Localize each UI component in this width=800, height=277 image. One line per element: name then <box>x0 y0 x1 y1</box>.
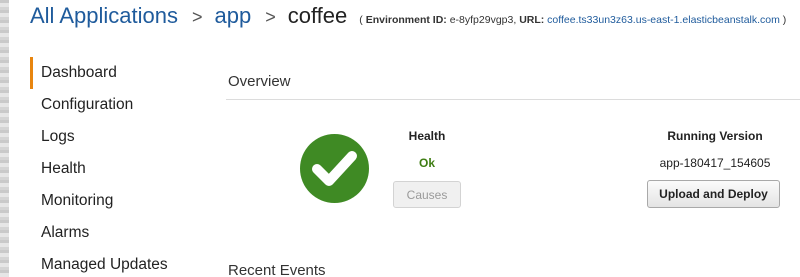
env-close-paren: ) <box>779 14 787 26</box>
sidebar-item-health[interactable]: Health <box>30 153 200 185</box>
causes-button[interactable]: Causes <box>393 181 461 208</box>
upload-and-deploy-button[interactable]: Upload and Deploy <box>647 180 780 208</box>
running-version-label: Running Version <box>667 129 763 143</box>
breadcrumb-separator: > <box>191 7 203 27</box>
env-id-value: e-8yfp29vgp3, <box>446 14 520 26</box>
environment-info: ( Environment ID: e-8yfp29vgp3, URL: cof… <box>359 14 786 26</box>
checkmark-circle-icon <box>300 134 369 203</box>
sidebar-item-alarms[interactable]: Alarms <box>30 217 200 249</box>
recent-events-heading: Recent Events <box>228 262 326 277</box>
env-id-label: Environment ID: <box>365 14 447 26</box>
running-version-value: app-180417_154605 <box>659 156 771 170</box>
sidebar-nav: Dashboard Configuration Logs Health Moni… <box>30 57 200 277</box>
env-url-label: URL: <box>519 14 545 26</box>
overview-divider <box>226 99 800 100</box>
environment-name: coffee <box>287 3 348 28</box>
sidebar-item-managed-updates[interactable]: Managed Updates <box>30 249 200 277</box>
sidebar-item-monitoring[interactable]: Monitoring <box>30 185 200 217</box>
breadcrumb-all-applications[interactable]: All Applications <box>30 3 178 29</box>
page-edge <box>0 0 9 277</box>
breadcrumb-separator: > <box>265 7 276 27</box>
sidebar-item-configuration[interactable]: Configuration <box>30 89 200 121</box>
breadcrumb-app[interactable]: app <box>215 3 252 29</box>
sidebar-item-logs[interactable]: Logs <box>30 121 200 153</box>
sidebar-item-dashboard[interactable]: Dashboard <box>30 57 200 89</box>
health-label: Health <box>408 129 446 143</box>
environment-url-link[interactable]: coffee.ts33un3z63.us-east-1.elasticbeans… <box>544 14 780 26</box>
overview-heading: Overview <box>228 73 291 90</box>
health-status: Ok <box>418 156 435 170</box>
breadcrumb: All Applications > app > coffee ( Enviro… <box>30 3 786 29</box>
